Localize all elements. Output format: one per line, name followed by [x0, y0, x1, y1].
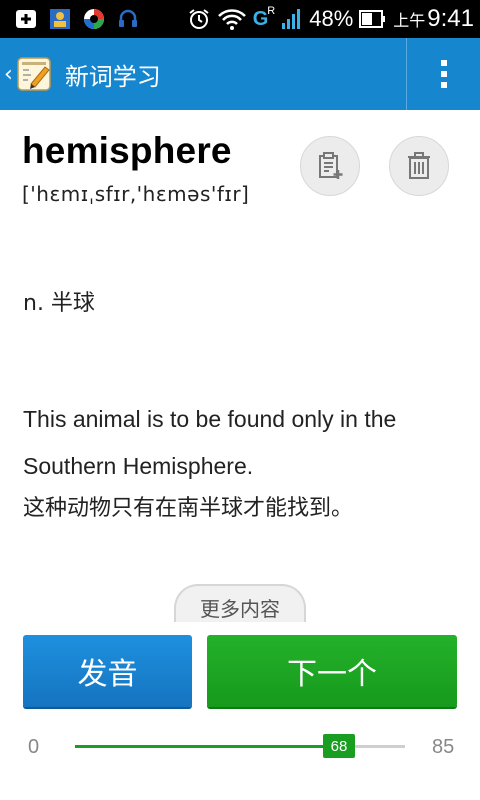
alarm-icon [189, 9, 209, 29]
battery-icon [359, 10, 386, 28]
overflow-menu-button[interactable] [407, 38, 480, 110]
example-sentence-cn: 这种动物只有在南半球才能找到。 [23, 496, 354, 521]
progress-max: 85 [432, 736, 455, 758]
chevron-left-icon: ‹ [4, 61, 13, 87]
sync-app-icon [84, 9, 104, 29]
status-bar: G R 48% 上午 9:41 [0, 0, 480, 38]
progress-thumb[interactable]: 68 [323, 734, 355, 758]
delete-word-button[interactable] [389, 136, 449, 196]
definition: n. 半球 [23, 291, 95, 316]
page-title: 新词学习 [64, 62, 161, 91]
clock: 9:41 [427, 5, 474, 32]
example-sentence-en: This animal is to be found only in the S… [23, 406, 397, 479]
progress-min: 0 [28, 736, 40, 758]
wifi-icon [217, 9, 246, 30]
roaming-indicator: R [267, 4, 276, 17]
signal-network-label: G R [252, 4, 276, 31]
progress-slider[interactable]: 68 [75, 734, 405, 758]
notebook-add-icon [319, 152, 343, 179]
more-vert-icon [440, 60, 447, 88]
status-notification-icons [14, 7, 140, 31]
signal-icon [282, 9, 301, 29]
network-type: G [252, 7, 269, 30]
status-system-icons: G R 48% 上午 9:41 [187, 0, 474, 38]
contacts-icon [50, 9, 70, 29]
battery-percent: 48% [309, 6, 354, 31]
time-prefix: 上午 [393, 13, 426, 30]
progress-fill [75, 745, 339, 748]
trash-icon [408, 152, 430, 179]
headword: hemisphere [22, 130, 232, 171]
content-clip [0, 622, 480, 634]
back-button[interactable]: ‹ 新词学习 [4, 38, 214, 110]
headset-icon [119, 9, 137, 27]
pronounce-button[interactable]: 发音 [23, 635, 192, 707]
next-word-button[interactable]: 下一个 [207, 635, 457, 707]
add-to-notebook-button[interactable] [300, 136, 360, 196]
phonetic: ['hɛmɪˌsfɪr,'hɛməs'fɪr] [22, 182, 250, 206]
app-bar: ‹ 新词学习 [0, 38, 480, 110]
app-logo-icon [17, 57, 51, 91]
notification-icon [16, 10, 36, 28]
